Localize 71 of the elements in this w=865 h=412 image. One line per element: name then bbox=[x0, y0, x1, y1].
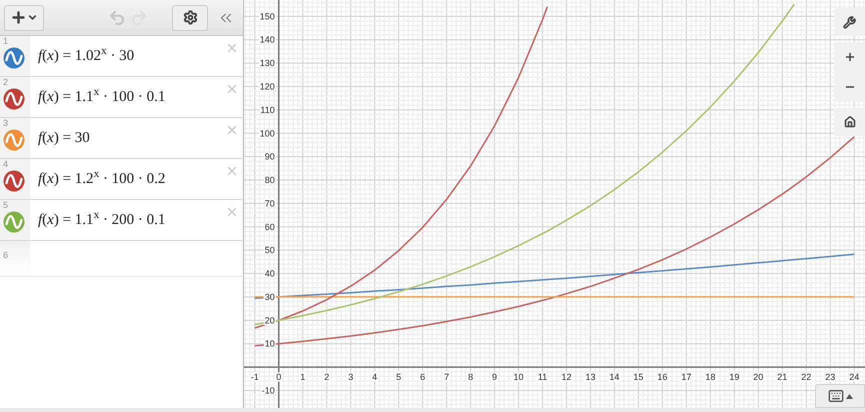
close-icon[interactable] bbox=[225, 41, 239, 55]
tick-label: 1 bbox=[300, 372, 306, 382]
tick-label: 100 bbox=[260, 128, 275, 138]
expression-formula[interactable]: f(x) = 1.1$^{x}$ · 200 · 0.1 bbox=[38, 208, 166, 232]
tick-label: 60 bbox=[264, 222, 275, 232]
tick-label: 13 bbox=[585, 372, 596, 382]
tick-label: -10 bbox=[262, 385, 275, 396]
tick-label: 7 bbox=[444, 372, 450, 382]
tick-label: 17 bbox=[681, 372, 692, 382]
tick-label: 90 bbox=[264, 152, 275, 162]
wrench-icon bbox=[843, 16, 856, 28]
home-icon bbox=[844, 116, 856, 128]
tick-label: 120 bbox=[260, 82, 275, 92]
settings-icon bbox=[182, 10, 198, 25]
tick-label: 40 bbox=[264, 268, 275, 279]
tick-label: -1 bbox=[250, 372, 259, 382]
home-button[interactable] bbox=[834, 108, 865, 136]
keyboard-icon bbox=[828, 388, 844, 404]
tick-label: 18 bbox=[705, 372, 716, 382]
tick-label: 6 bbox=[420, 372, 426, 382]
close-icon[interactable] bbox=[225, 205, 239, 219]
row-number: 6 bbox=[3, 250, 8, 260]
tick-label: 10 bbox=[514, 372, 524, 382]
tick-label: 140 bbox=[260, 34, 275, 45]
settings-wrench-button[interactable] bbox=[834, 8, 865, 36]
keyboard-button[interactable] bbox=[815, 384, 865, 408]
tick-label: 20 bbox=[753, 372, 764, 382]
tick-label: 2 bbox=[324, 372, 330, 382]
tick-label: 3 bbox=[348, 372, 354, 382]
tick-label: 19 bbox=[729, 372, 740, 382]
expression-formula[interactable]: f(x) = 30 bbox=[38, 126, 90, 150]
close-icon[interactable] bbox=[225, 82, 239, 96]
tick-label: 5 bbox=[396, 372, 402, 382]
tick-label: 50 bbox=[264, 245, 275, 256]
row-number: 4 bbox=[3, 160, 10, 169]
wave-icon[interactable] bbox=[3, 170, 25, 192]
wave-icon[interactable] bbox=[3, 211, 25, 233]
tick-label: 11 bbox=[538, 372, 548, 382]
row-number: 2 bbox=[3, 78, 10, 87]
tick-label: 22 bbox=[801, 372, 812, 382]
expression-formula[interactable]: f(x) = 1.02$^{x}$ · 30 bbox=[38, 44, 134, 68]
expression-formula[interactable]: f(x) = 1.2$^{x}$ · 100 · 0.2 bbox=[38, 168, 166, 190]
add-item-button[interactable] bbox=[4, 4, 44, 30]
wave-icon[interactable] bbox=[3, 129, 25, 151]
close-icon[interactable] bbox=[225, 164, 239, 178]
plus-icon bbox=[10, 9, 27, 26]
wave-icon[interactable] bbox=[3, 47, 25, 69]
tick-label: 70 bbox=[264, 198, 275, 208]
tick-label: 15 bbox=[633, 372, 644, 382]
close-icon[interactable] bbox=[225, 123, 239, 137]
settings-button[interactable] bbox=[172, 4, 208, 30]
tick-label: 16 bbox=[657, 372, 668, 382]
expression-formula[interactable]: f(x) = 1.1$^{x}$ · 100 · 0.1 bbox=[38, 86, 166, 108]
tick-label: 8 bbox=[468, 372, 474, 382]
wave-icon[interactable] bbox=[3, 88, 25, 110]
tick-label: 14 bbox=[609, 372, 620, 382]
tick-label: 21 bbox=[777, 372, 788, 382]
row-number: 3 bbox=[3, 119, 10, 128]
tick-label: 80 bbox=[264, 175, 275, 186]
tick-label: 150 bbox=[260, 11, 275, 22]
tick-label: 110 bbox=[260, 104, 275, 115]
tick-label: 24 bbox=[849, 372, 860, 382]
tick-label: 4 bbox=[372, 372, 378, 382]
tick-label: 12 bbox=[561, 372, 572, 382]
caret-icon bbox=[846, 394, 852, 398]
row-number: 5 bbox=[3, 201, 10, 210]
tick-label: 130 bbox=[260, 58, 275, 68]
tick-label: 9 bbox=[492, 372, 498, 382]
plus-icon bbox=[844, 51, 856, 63]
row-number: 1 bbox=[3, 37, 10, 46]
tick-label: 23 bbox=[825, 372, 836, 382]
